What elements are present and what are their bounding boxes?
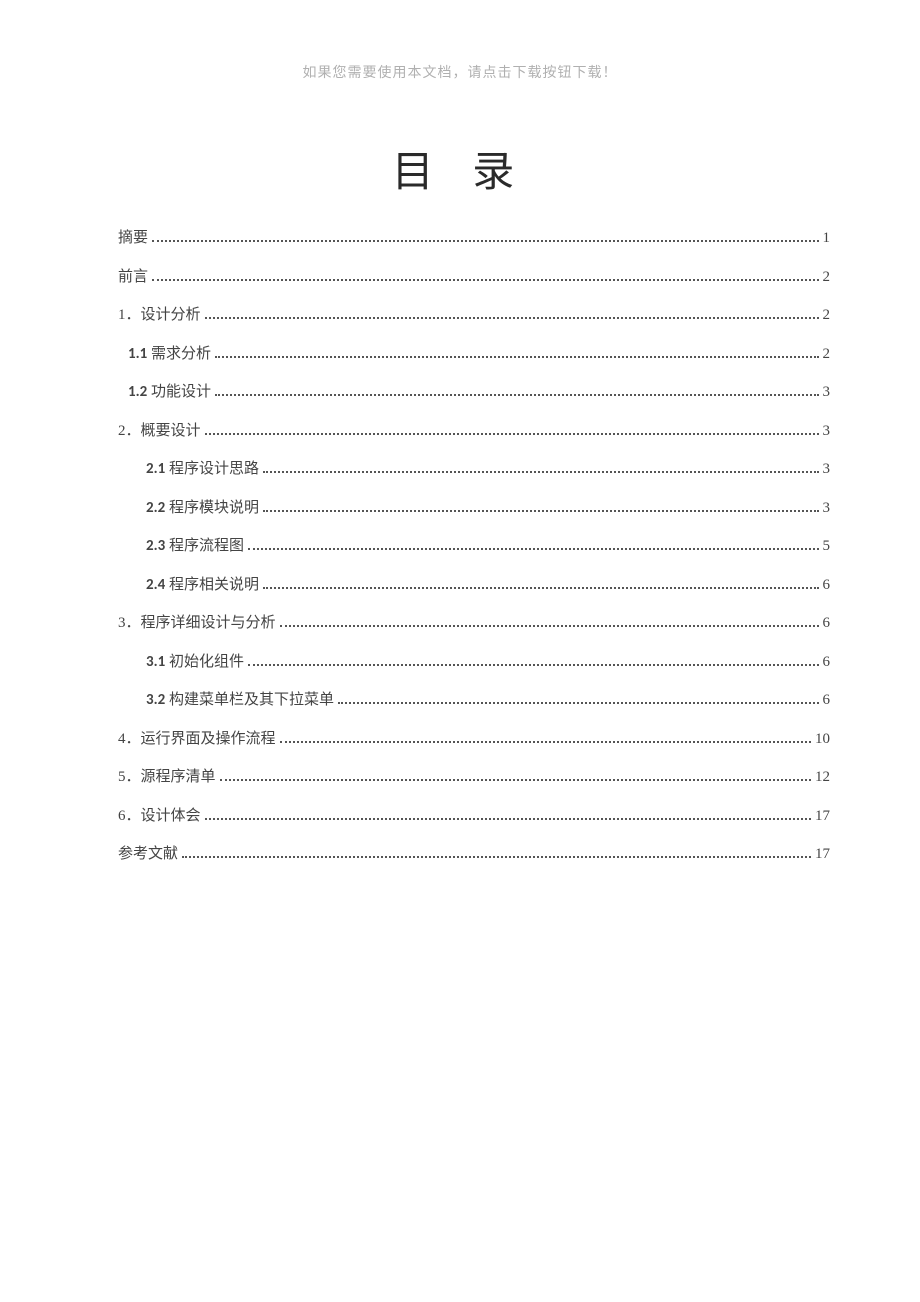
toc-entry-text: 初始化组件 — [165, 654, 244, 670]
table-of-contents: 摘要1前言21．设计分析21.1 需求分析21.2 功能设计32．概要设计32.… — [0, 219, 920, 874]
toc-row: 摘要 1 — [118, 219, 830, 258]
toc-page-number: 6 — [823, 574, 831, 597]
toc-leader-dots — [215, 383, 819, 397]
toc-entry-label: 5．源程序清单 — [118, 766, 216, 789]
toc-page-number: 2 — [823, 266, 831, 289]
toc-entry-number: 2.4 — [146, 576, 165, 594]
toc-page-number: 2 — [823, 343, 831, 366]
toc-page-number: 3 — [823, 458, 831, 481]
page-title: 目 录 — [0, 82, 920, 219]
toc-row: 3．程序详细设计与分析 6 — [118, 604, 830, 643]
toc-page-number: 12 — [815, 766, 830, 789]
toc-row: 2.4 程序相关说明 6 — [118, 566, 830, 605]
toc-page-number: 6 — [823, 612, 831, 635]
toc-page-number: 5 — [823, 535, 831, 558]
toc-page-number: 3 — [823, 497, 831, 520]
toc-row: 4．运行界面及操作流程 10 — [118, 720, 830, 759]
toc-entry-label: 摘要 — [118, 227, 148, 250]
toc-leader-dots — [248, 537, 819, 551]
toc-row: 6．设计体会 17 — [118, 797, 830, 836]
toc-row: 5．源程序清单 12 — [118, 758, 830, 797]
toc-entry-number: 3.1 — [146, 653, 165, 671]
toc-row: 1．设计分析 2 — [118, 296, 830, 335]
toc-row: 参考文献 17 — [118, 835, 830, 874]
toc-row: 前言 2 — [118, 258, 830, 297]
toc-entry-label: 1.2 功能设计 — [128, 381, 211, 404]
toc-leader-dots — [205, 306, 819, 320]
toc-entry-label: 1．设计分析 — [118, 304, 201, 327]
toc-entry-label: 2.4 程序相关说明 — [146, 574, 259, 597]
toc-leader-dots — [263, 575, 819, 589]
toc-page-number: 6 — [823, 689, 831, 712]
toc-row: 1.2 功能设计 3 — [118, 373, 830, 412]
header-note: 如果您需要使用本文档，请点击下载按钮下载！ — [0, 0, 920, 82]
toc-leader-dots — [182, 845, 811, 859]
toc-entry-text: 程序相关说明 — [165, 577, 259, 593]
toc-entry-text: 程序流程图 — [165, 538, 244, 554]
toc-page-number: 17 — [815, 805, 830, 828]
toc-entry-label: 参考文献 — [118, 843, 178, 866]
toc-entry-number: 1.2 — [128, 383, 147, 401]
toc-row: 2.2 程序模块说明 3 — [118, 489, 830, 528]
toc-entry-number: 3.2 — [146, 691, 165, 709]
toc-leader-dots — [263, 460, 819, 474]
toc-page-number: 3 — [823, 420, 831, 443]
toc-leader-dots — [280, 729, 811, 743]
toc-row: 2.1 程序设计思路 3 — [118, 450, 830, 489]
toc-entry-label: 6．设计体会 — [118, 805, 201, 828]
toc-row: 1.1 需求分析 2 — [118, 335, 830, 374]
toc-leader-dots — [248, 652, 819, 666]
toc-entry-label: 2.3 程序流程图 — [146, 535, 244, 558]
toc-entry-label: 2.2 程序模块说明 — [146, 497, 259, 520]
toc-entry-label: 3.1 初始化组件 — [146, 651, 244, 674]
toc-page-number: 10 — [815, 728, 830, 751]
toc-page-number: 1 — [823, 227, 831, 250]
toc-page-number: 6 — [823, 651, 831, 674]
toc-leader-dots — [263, 498, 819, 512]
toc-leader-dots — [205, 421, 819, 435]
toc-entry-label: 4．运行界面及操作流程 — [118, 728, 276, 751]
toc-leader-dots — [205, 806, 811, 820]
toc-entry-number: 1.1 — [128, 345, 147, 363]
toc-entry-label: 2．概要设计 — [118, 420, 201, 443]
toc-row: 3.2 构建菜单栏及其下拉菜单 6 — [118, 681, 830, 720]
toc-entry-text: 程序设计思路 — [165, 461, 259, 477]
toc-leader-dots — [215, 344, 819, 358]
toc-entry-label: 前言 — [118, 266, 148, 289]
toc-entry-text: 构建菜单栏及其下拉菜单 — [165, 692, 334, 708]
toc-leader-dots — [280, 614, 819, 628]
toc-entry-text: 程序模块说明 — [165, 500, 259, 516]
toc-entry-label: 1.1 需求分析 — [128, 343, 211, 366]
toc-row: 3.1 初始化组件 6 — [118, 643, 830, 682]
toc-leader-dots — [220, 768, 811, 782]
toc-page-number: 17 — [815, 843, 830, 866]
toc-entry-label: 2.1 程序设计思路 — [146, 458, 259, 481]
toc-leader-dots — [152, 229, 818, 243]
toc-entry-number: 2.3 — [146, 537, 165, 555]
toc-entry-number: 2.1 — [146, 460, 165, 478]
toc-entry-label: 3.2 构建菜单栏及其下拉菜单 — [146, 689, 334, 712]
toc-row: 2．概要设计 3 — [118, 412, 830, 451]
toc-page-number: 3 — [823, 381, 831, 404]
toc-entry-label: 3．程序详细设计与分析 — [118, 612, 276, 635]
toc-page-number: 2 — [823, 304, 831, 327]
toc-entry-text: 需求分析 — [147, 346, 211, 362]
toc-leader-dots — [338, 691, 819, 705]
toc-row: 2.3 程序流程图 5 — [118, 527, 830, 566]
toc-entry-number: 2.2 — [146, 499, 165, 517]
toc-entry-text: 功能设计 — [147, 384, 211, 400]
toc-leader-dots — [152, 267, 818, 281]
